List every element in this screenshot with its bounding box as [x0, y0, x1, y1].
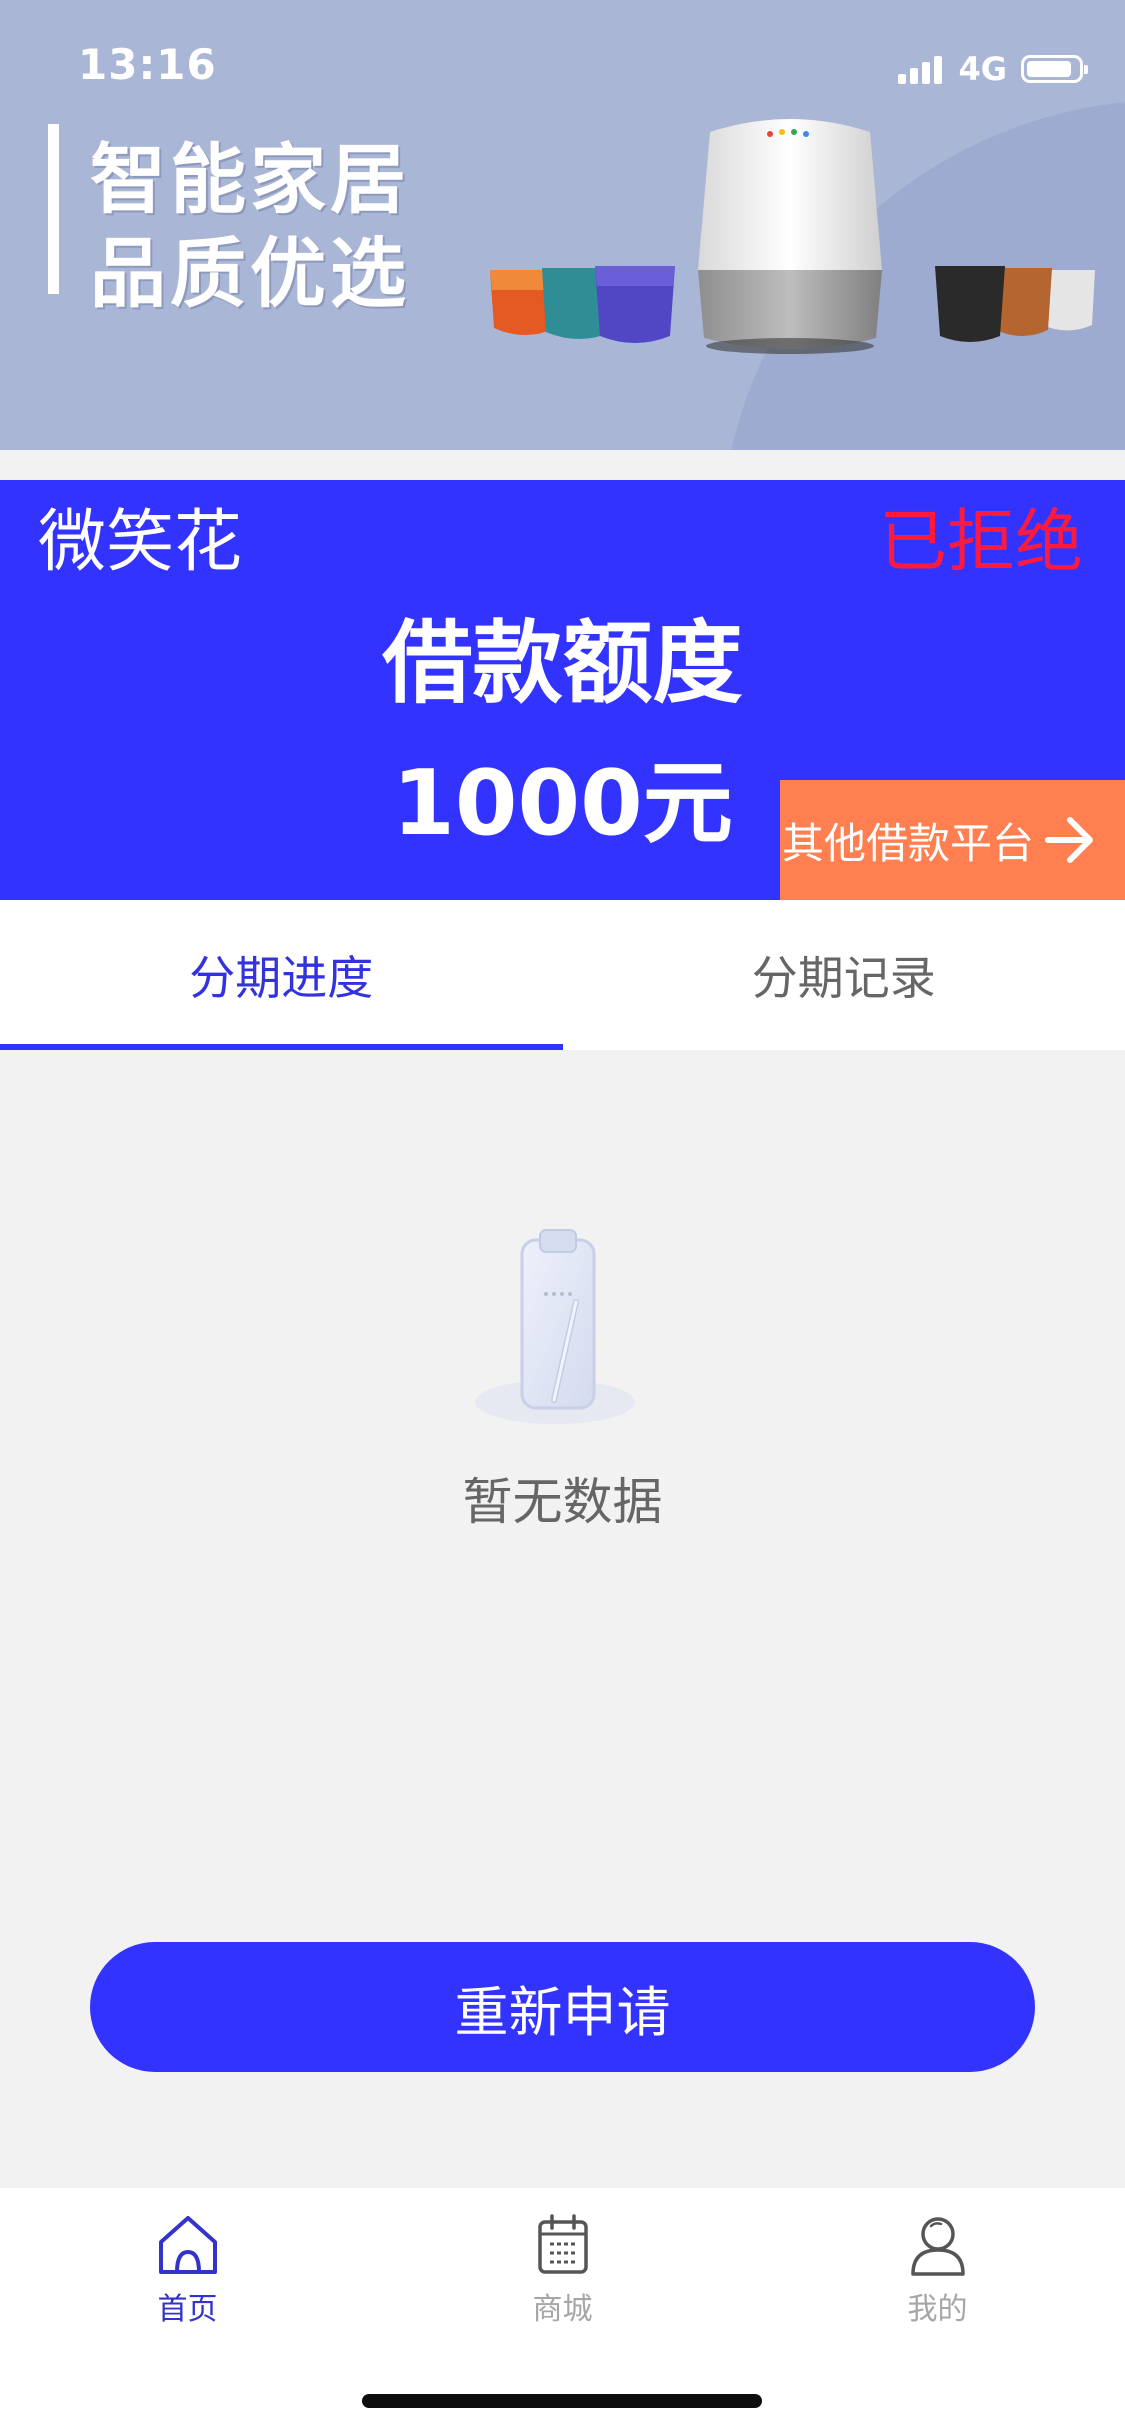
nav-item-mall[interactable]: 商城 — [375, 2188, 750, 2362]
banner-subheadline: 品质优选 — [90, 229, 410, 318]
status-indicators: 4G — [898, 50, 1088, 88]
nav-item-home[interactable]: 首页 — [0, 2188, 375, 2362]
nav-label: 我的 — [907, 2292, 968, 2327]
promo-banner[interactable]: 13:16 4G 智能家居 品质优选 — [0, 0, 1125, 450]
tab-installment-progress[interactable]: 分期进度 — [0, 900, 563, 1050]
clipboard-icon — [475, 1229, 635, 1424]
empty-state-text: 暂无数据 — [462, 1473, 663, 1531]
user-icon — [910, 2217, 965, 2276]
loan-limit-label: 借款额度 — [382, 611, 743, 716]
smart-speakers-image — [490, 119, 1095, 354]
nav-label: 商城 — [532, 2292, 593, 2327]
loan-panel: 微笑花 已拒绝 借款额度 1000元 其他借款平台 — [0, 480, 1125, 900]
calendar-icon — [537, 2214, 588, 2274]
signal-icon — [898, 54, 946, 84]
tab-label: 分期记录 — [751, 951, 936, 1005]
tab-bar: 分期进度 分期记录 — [0, 900, 1125, 1050]
other-platform-button[interactable]: 其他借款平台 — [780, 780, 1125, 900]
network-type: 4G — [958, 50, 1007, 88]
nav-item-mine[interactable]: 我的 — [750, 2188, 1125, 2362]
brand-name: 微笑花 — [38, 503, 243, 582]
other-platform-label: 其他借款平台 — [782, 818, 1035, 868]
tab-label: 分期进度 — [189, 951, 374, 1005]
nav-label: 首页 — [157, 2292, 218, 2327]
banner-accent-bar — [48, 124, 59, 294]
arrow-right-icon — [1045, 817, 1094, 863]
tab-installment-records[interactable]: 分期记录 — [563, 900, 1125, 1050]
home-icon — [158, 2216, 217, 2274]
status-time: 13:16 — [78, 40, 217, 89]
reapply-button[interactable]: 重新申请 — [90, 1942, 1035, 2072]
status-badge: 已拒绝 — [878, 503, 1083, 582]
battery-icon — [1021, 55, 1088, 83]
home-indicator — [362, 2394, 762, 2408]
